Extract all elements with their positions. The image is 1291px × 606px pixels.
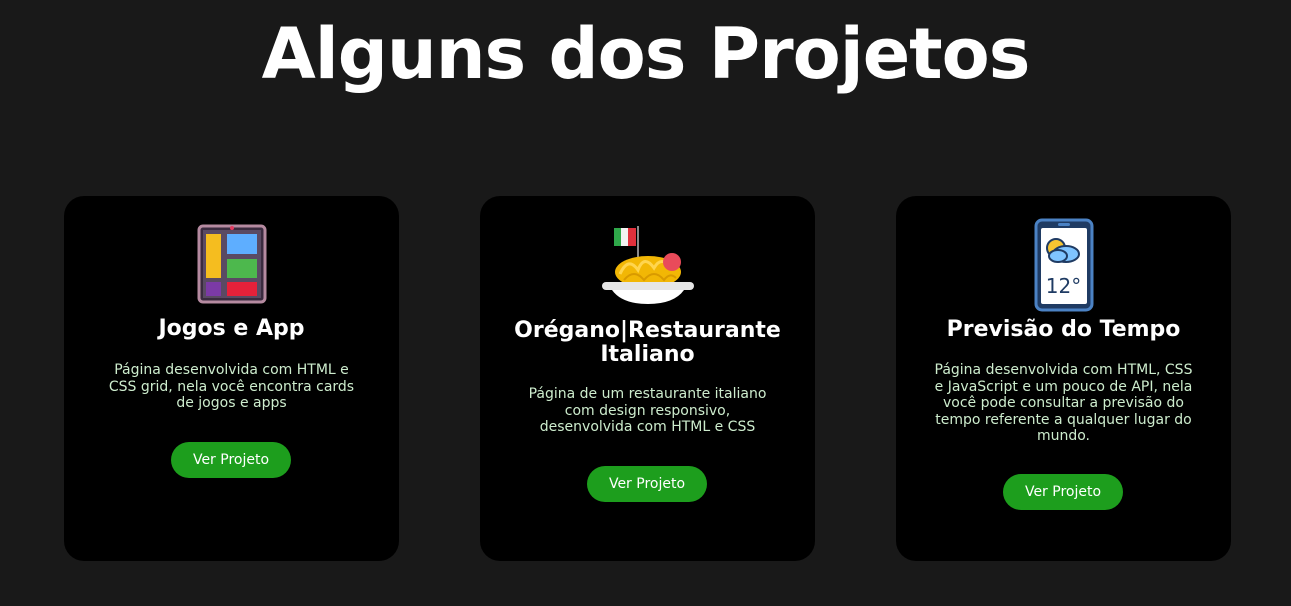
project-card-previsao-tempo: 12° Previsão do Tempo Página desenvolvid…: [896, 196, 1231, 561]
project-description: Página de um restaurante italiano com de…: [528, 386, 767, 435]
project-card-jogos-app: Jogos e App Página desenvolvida com HTML…: [64, 196, 399, 561]
page-title: Alguns dos Projetos: [261, 13, 1031, 95]
projects-section: Alguns dos Projetos Jogos e App Página d…: [0, 0, 1291, 606]
spaghetti-plate-icon: [601, 226, 694, 304]
app-layout-icon: [197, 224, 266, 304]
ver-projeto-button[interactable]: Ver Projeto: [587, 466, 707, 502]
project-title: Jogos e App: [158, 316, 305, 341]
project-description: Página desenvolvida com HTML, CSS e Java…: [934, 362, 1193, 444]
project-title: Previsão do Tempo: [946, 317, 1181, 342]
project-card-oregano: Orégano|Restaurante Italiano Página de u…: [480, 196, 815, 561]
ver-projeto-button[interactable]: Ver Projeto: [1003, 474, 1123, 510]
project-description: Página desenvolvida com HTML e CSS grid,…: [108, 362, 355, 411]
weather-temperature: 12°: [1045, 274, 1082, 298]
project-title: Orégano|Restaurante Italiano: [514, 318, 781, 367]
ver-projeto-button[interactable]: Ver Projeto: [171, 442, 291, 478]
